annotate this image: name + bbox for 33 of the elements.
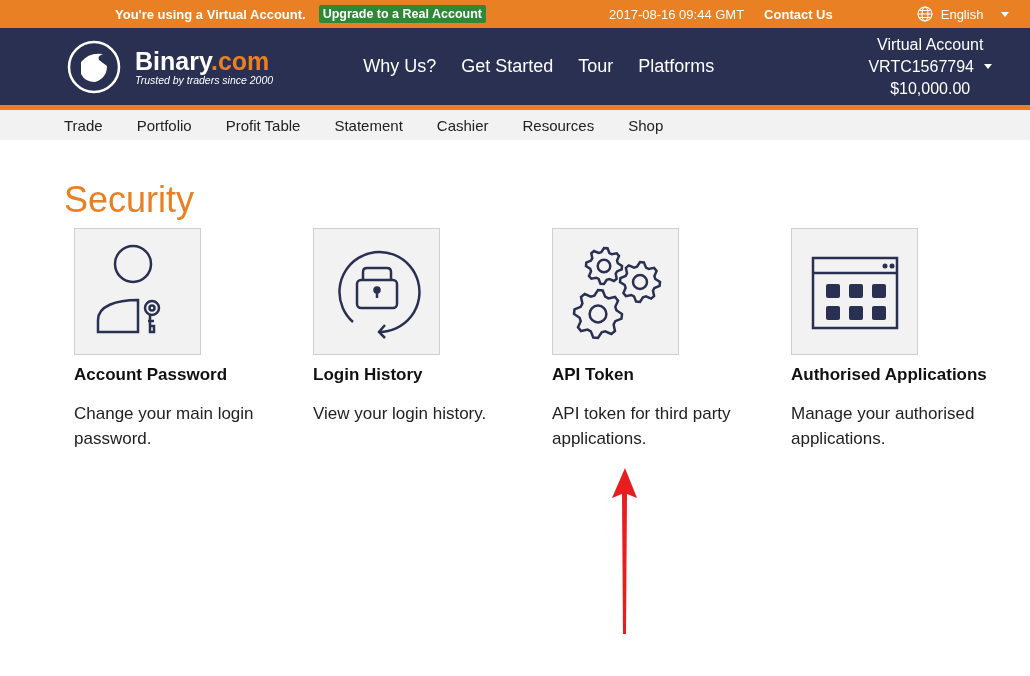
page-title: Security xyxy=(64,178,196,222)
icon-tile[interactable] xyxy=(74,228,201,355)
card-description: Manage your authorised applications. xyxy=(791,403,976,450)
menu-link[interactable]: Portfolio xyxy=(136,116,192,134)
menu-link[interactable]: Resources xyxy=(522,116,595,134)
nav-link[interactable]: Tour xyxy=(578,56,614,77)
nav-link[interactable]: Get Started xyxy=(461,56,554,77)
account-balance: $10,000.00 xyxy=(890,78,971,99)
nav-link[interactable]: Why Us? xyxy=(363,56,437,77)
card-description: API token for third party applications. xyxy=(552,403,732,450)
card-description: View your login history. xyxy=(313,403,488,425)
menu-link[interactable]: Cashier xyxy=(436,116,489,134)
menu-link[interactable]: Trade xyxy=(64,116,103,134)
icon-tile[interactable] xyxy=(552,228,679,355)
account-type: Virtual Account xyxy=(877,34,984,55)
server-time: 2017-08-16 09:44 GMT xyxy=(608,6,745,22)
account-id[interactable]: VRTC1567794 xyxy=(868,55,974,78)
nav-link[interactable]: Platforms xyxy=(638,56,715,77)
card-title[interactable]: Authorised Applications xyxy=(791,365,1030,385)
menu-link[interactable]: Profit Table xyxy=(225,116,301,134)
globe-icon[interactable] xyxy=(916,6,933,22)
upgrade-button[interactable]: Upgrade to a Real Account xyxy=(318,5,486,23)
caret-icon[interactable] xyxy=(984,64,992,69)
card-title[interactable]: API Token xyxy=(552,365,791,385)
menu-link[interactable]: Shop xyxy=(628,116,664,134)
logo-icon[interactable] xyxy=(67,39,121,94)
card-title[interactable]: Login History xyxy=(313,365,552,385)
icon-tile[interactable] xyxy=(791,228,918,355)
virtual-account-notice: You're using a Virtual Account. xyxy=(115,6,306,22)
icon-tile[interactable] xyxy=(313,228,440,355)
card-description: Change your main login password. xyxy=(74,403,255,450)
menu-link[interactable]: Statement xyxy=(334,116,403,134)
card-title[interactable]: Account Password xyxy=(74,365,313,385)
